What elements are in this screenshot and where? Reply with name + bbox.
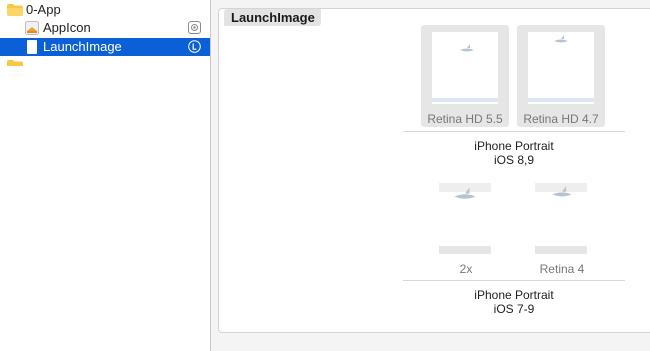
launch-image-icon: [27, 40, 37, 54]
slot-retina-4[interactable]: Retina 4: [527, 181, 597, 276]
navigator-item-0-app[interactable]: 0-App: [0, 1, 210, 19]
navigator-item-label: 0-App: [26, 2, 61, 17]
group-name: iPhone Portrait: [474, 288, 554, 302]
group-separator: [403, 280, 625, 281]
slot-label: Retina 4: [539, 262, 585, 276]
set-title: LaunchImage: [224, 9, 321, 26]
asset-editor: LaunchImage Retina HD 5.5 Retina HD 4.7: [211, 0, 650, 351]
group-name: iPhone Portrait: [474, 139, 554, 153]
launch-image-set-panel: LaunchImage Retina HD 5.5 Retina HD 4.7: [218, 8, 650, 333]
navigator-item-launchimage[interactable]: LaunchImage: [0, 38, 210, 56]
group-os: iOS 7-9: [493, 302, 535, 316]
preview-bottom: [439, 246, 491, 254]
slot-label: 2x: [459, 262, 473, 276]
preview-ground: [432, 98, 498, 102]
preview-ground: [528, 98, 594, 102]
project-navigator: 0-App AppIcon LaunchImage: [0, 0, 210, 351]
appicon-badge-icon: [188, 21, 201, 34]
navigator-item-label: AppIcon: [43, 20, 91, 35]
group-separator: [403, 131, 625, 132]
rocket-image-icon: [554, 35, 568, 43]
group-os: iOS 8,9: [493, 153, 535, 167]
slot-retina-hd-4-7[interactable]: Retina HD 4.7: [517, 25, 605, 127]
info-icon: [188, 40, 201, 53]
navigator-item-appicon[interactable]: AppIcon: [0, 19, 210, 37]
rocket-image-icon: [552, 186, 572, 197]
slot-retina-hd-5-5[interactable]: Retina HD 5.5: [421, 25, 509, 127]
folder-icon: [7, 60, 23, 66]
navigator-item-label: LaunchImage: [43, 39, 122, 54]
launch-image-preview: [432, 32, 498, 104]
appicon-icon: [25, 21, 39, 35]
rocket-image-icon: [454, 187, 476, 199]
launch-image-preview: [528, 32, 594, 104]
preview-bottom: [535, 246, 587, 254]
slot-2x[interactable]: 2x: [431, 181, 501, 276]
navigator-item-partial[interactable]: [0, 57, 210, 75]
rocket-image-icon: [460, 44, 474, 52]
folder-icon: [7, 4, 23, 16]
slot-label: Retina HD 5.5: [427, 112, 503, 126]
slot-label: Retina HD 4.7: [523, 112, 599, 126]
